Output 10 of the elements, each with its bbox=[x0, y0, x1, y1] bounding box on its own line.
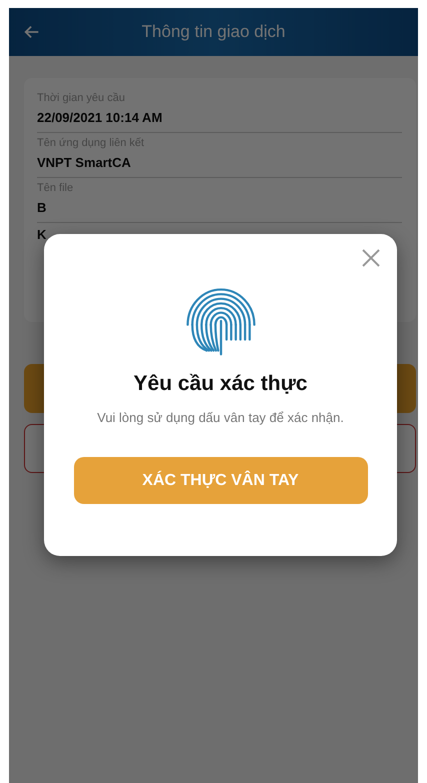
dialog-title: Yêu cầu xác thực bbox=[134, 372, 308, 396]
field-value: VNPT SmartCA bbox=[37, 155, 132, 170]
fingerprint-verify-button[interactable]: XÁC THỰC VÂN TAY bbox=[74, 457, 368, 504]
back-arrow-icon[interactable] bbox=[23, 23, 41, 41]
screen-title: Thông tin giao dịch bbox=[142, 22, 286, 42]
field-value: 22/09/2021 10:14 AM bbox=[37, 110, 164, 125]
dialog-message: Vui lòng sử dụng dấu vân tay để xác nhận. bbox=[97, 410, 344, 425]
field-value: B bbox=[37, 200, 48, 215]
close-icon[interactable] bbox=[361, 248, 381, 268]
field-value: K bbox=[37, 227, 48, 242]
